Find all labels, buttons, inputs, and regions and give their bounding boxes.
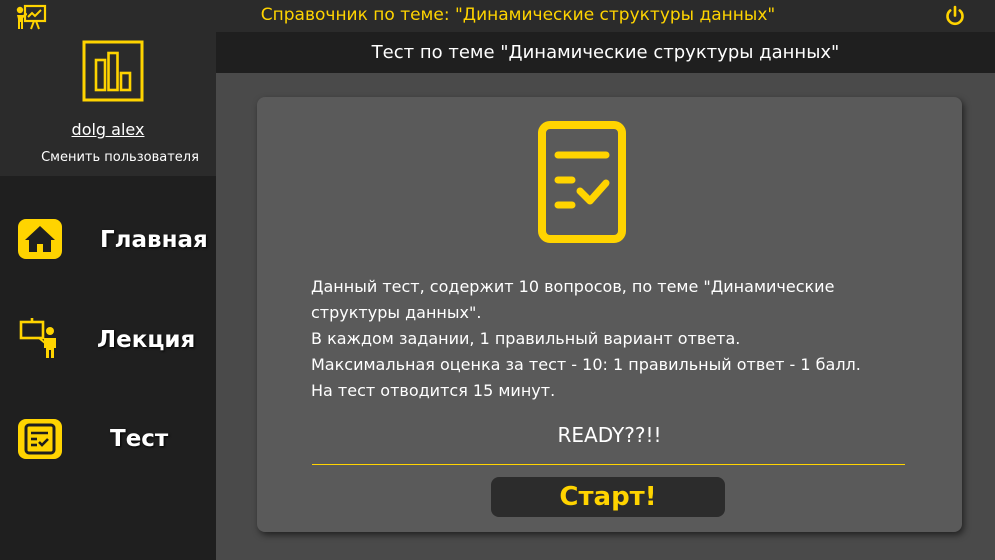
bar-chart-icon — [82, 40, 144, 102]
sidebar-item-test[interactable]: Тест — [0, 408, 216, 472]
description-line: Максимальная оценка за тест - 10: 1 прав… — [311, 355, 861, 374]
test-intro-card: Данный тест, содержит 10 вопросов, по те… — [257, 97, 962, 532]
sidebar-item-label: Главная — [100, 227, 208, 253]
description-line: Данный тест, содержит 10 вопросов, по те… — [311, 277, 835, 296]
title-bar: Справочник по теме: "Динамические структ… — [0, 0, 995, 32]
sidebar-item-home[interactable]: Главная — [0, 208, 216, 272]
test-description: Данный тест, содержит 10 вопросов, по те… — [311, 274, 921, 404]
power-icon[interactable] — [944, 5, 966, 27]
start-button[interactable]: Старт! — [491, 477, 725, 517]
checklist-icon — [538, 121, 626, 243]
username-link[interactable]: dolg alex — [0, 120, 216, 139]
page-header: Тест по теме "Динамические структуры дан… — [216, 32, 995, 73]
user-panel: dolg alex Сменить пользователя — [0, 32, 216, 176]
sidebar-item-label: Тест — [110, 426, 169, 452]
sidebar-nav: Главная Лекция Тест — [0, 176, 216, 560]
home-icon — [18, 219, 62, 259]
description-line: структуры данных". — [311, 303, 482, 322]
page-title: Тест по теме "Динамические структуры дан… — [371, 42, 840, 63]
description-line: В каждом задании, 1 правильный вариант о… — [311, 329, 741, 348]
app-title: Справочник по теме: "Динамические структ… — [260, 5, 776, 25]
sidebar-item-label: Лекция — [97, 327, 196, 353]
switch-user-link[interactable]: Сменить пользователя — [0, 150, 240, 165]
divider — [312, 464, 905, 465]
lecture-icon — [19, 318, 56, 358]
sidebar-item-lecture[interactable]: Лекция — [0, 309, 216, 373]
ready-text: READY??!! — [557, 423, 662, 447]
test-icon — [18, 419, 62, 459]
description-line: На тест отводится 15 минут. — [311, 381, 556, 400]
